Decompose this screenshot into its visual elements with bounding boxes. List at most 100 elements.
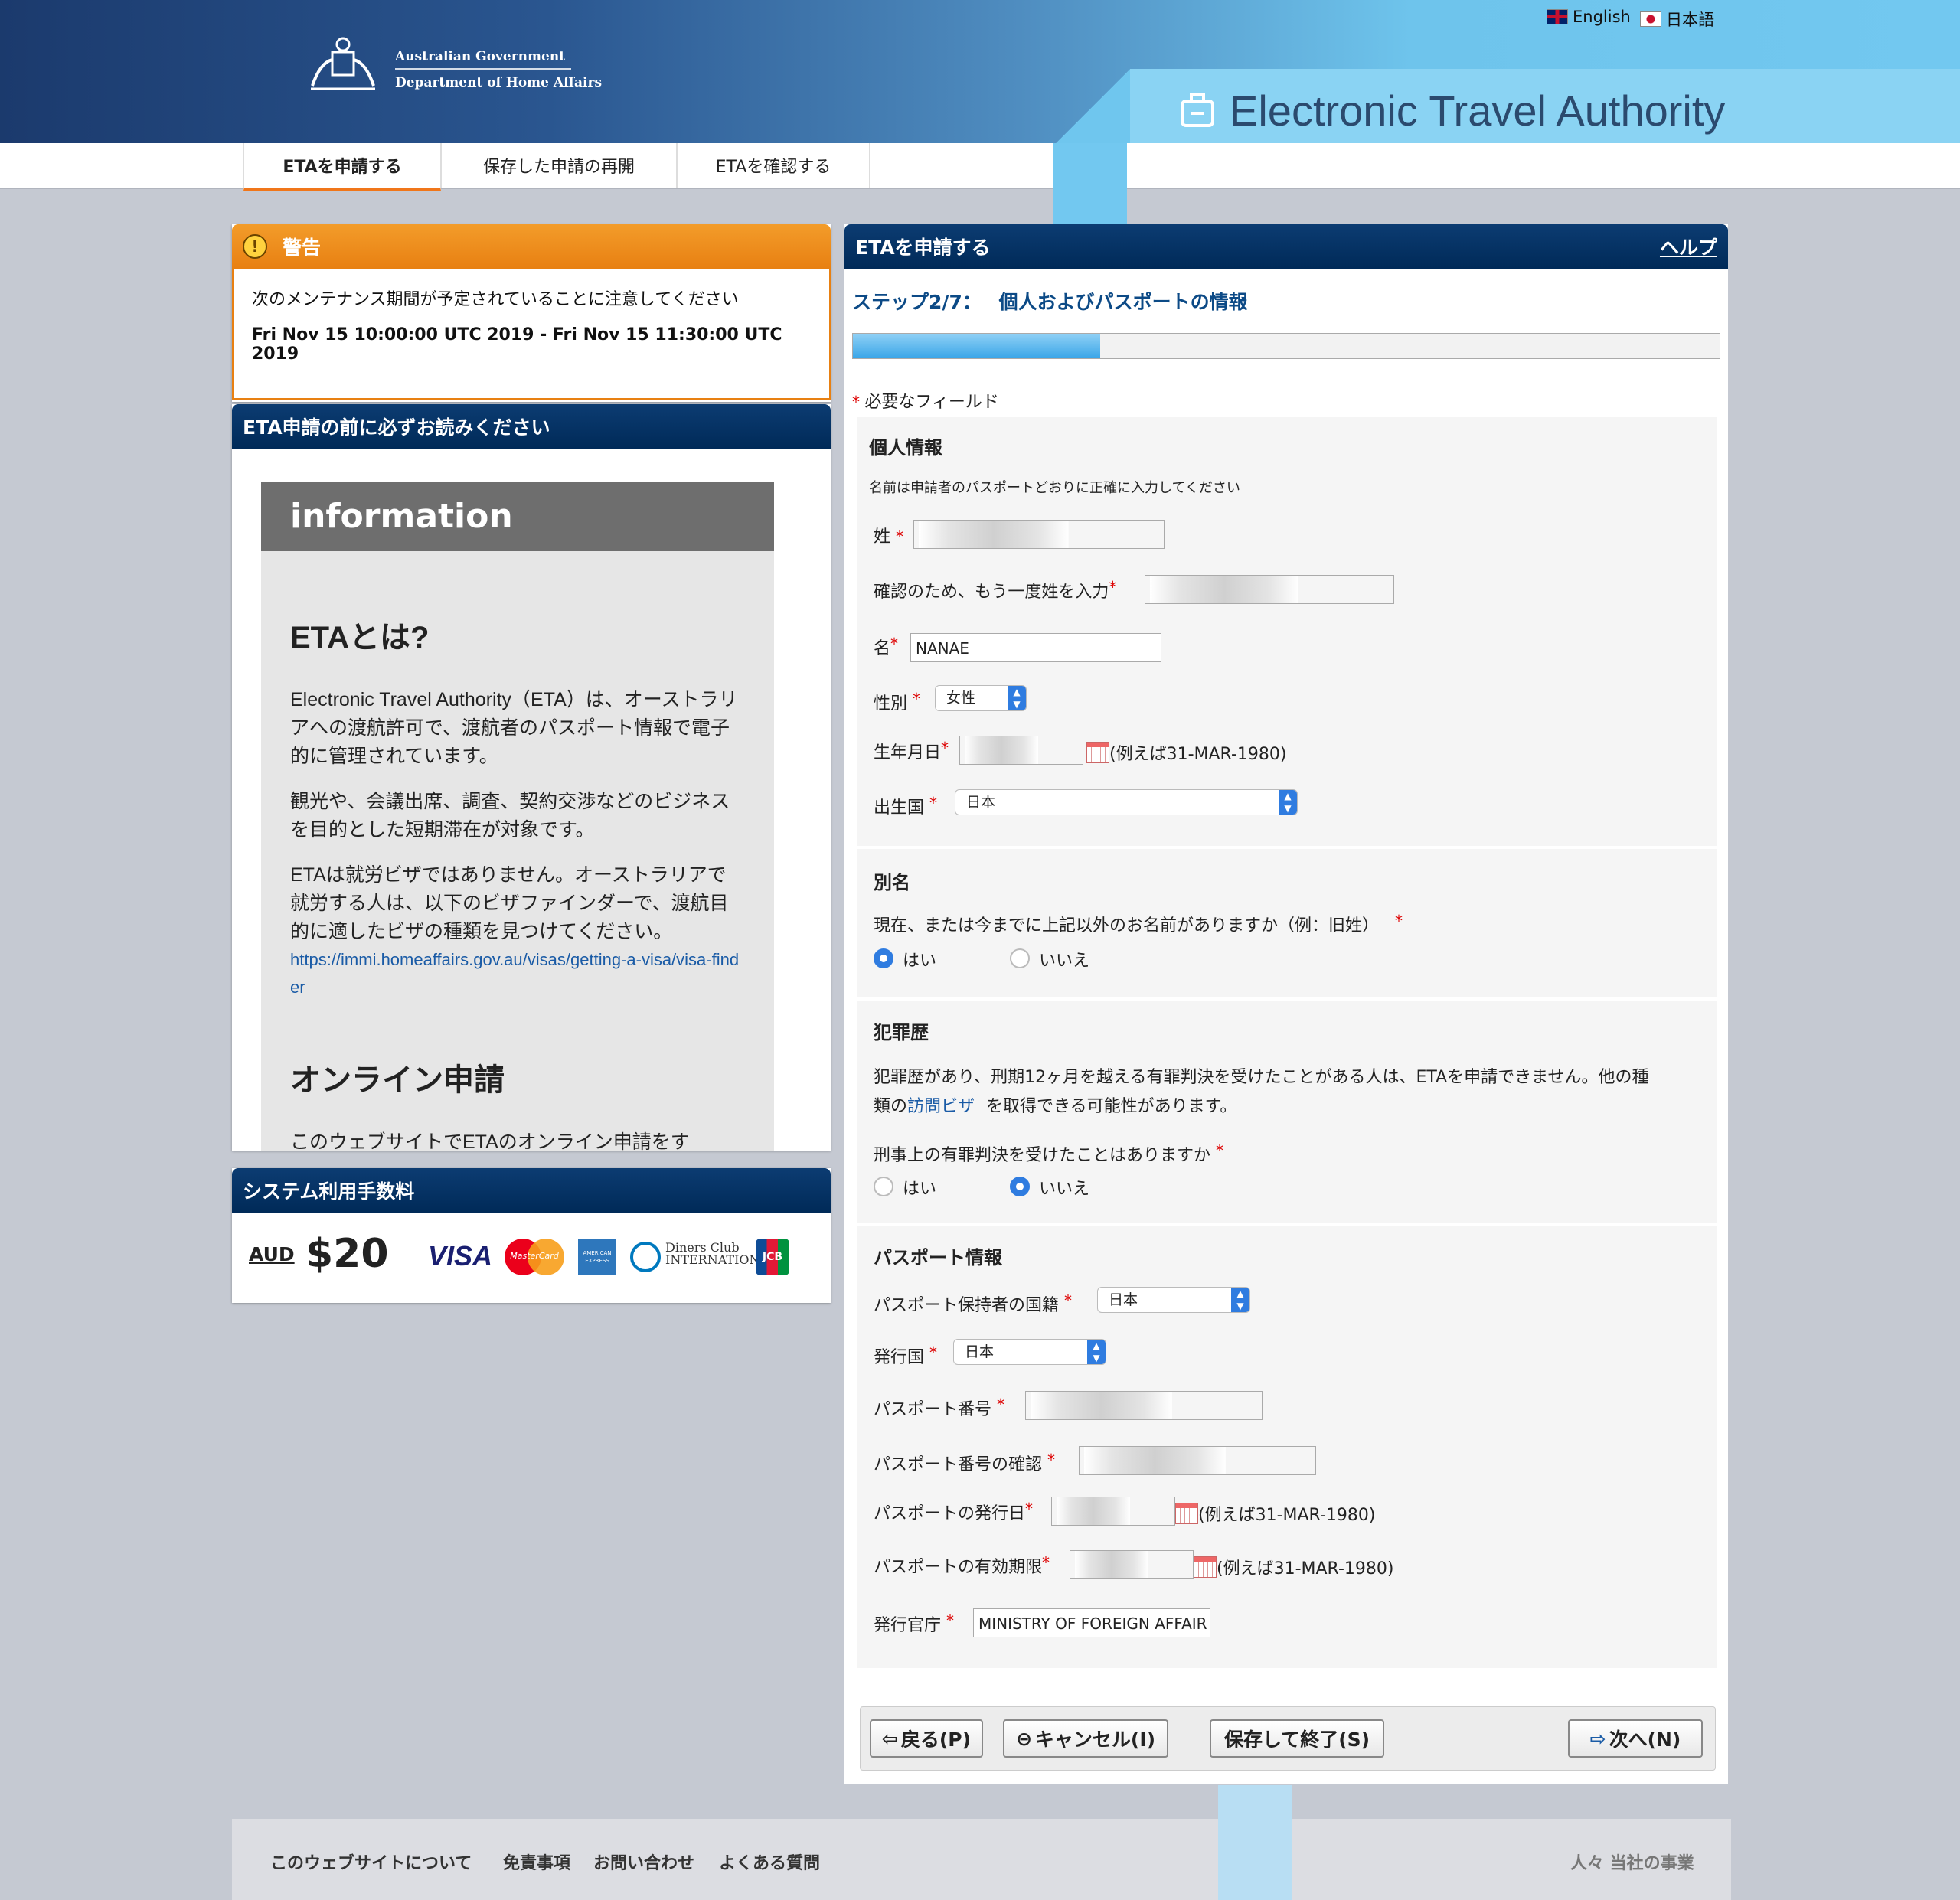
jcb-logo-icon: JCB <box>756 1239 789 1275</box>
fee-panel: システム利用手数料 AUD $20 VISA MasterCard AMERIC… <box>232 1168 831 1303</box>
info-heading-online: オンライン申請 <box>290 1063 505 1097</box>
issue-date-label: パスポートの発行日* <box>874 1500 1034 1523</box>
back-button[interactable]: ⇦ 戻る(P) <box>870 1719 983 1758</box>
step-indicator: ステップ2/7： 個人およびパスポートの情報 <box>852 287 1248 315</box>
amex-logo-icon: AMERICAN EXPRESS <box>578 1239 616 1275</box>
fee-currency: AUD <box>249 1243 295 1265</box>
given-name-input[interactable]: NANAE <box>910 633 1161 662</box>
select-arrow-icon: ▲ ▼ <box>1231 1288 1250 1312</box>
sex-select[interactable]: 女性 ▲ ▼ <box>935 685 1027 711</box>
next-button[interactable]: ⇨ 次へ(N) <box>1568 1719 1703 1758</box>
warning-header: ! 警告 <box>232 224 831 269</box>
japan-flag-icon <box>1640 11 1661 27</box>
passport-number-input[interactable] <box>1025 1391 1263 1420</box>
criminal-question: 刑事上の有罪判決を受けたことはありますか * <box>874 1141 1224 1165</box>
footer-link-contact[interactable]: お問い合わせ <box>593 1849 694 1874</box>
alias-no-radio[interactable] <box>1010 948 1030 968</box>
passport-section: パスポート情報 パスポート保持者の国籍 * 日本 ▲ ▼ 発行国 * 日本 ▲ ▼ … <box>857 1226 1717 1668</box>
nationality-label: パスポート保持者の国籍 * <box>874 1291 1073 1315</box>
visa-logo-icon: VISA <box>428 1240 493 1272</box>
passport-title: パスポート情報 <box>874 1247 1002 1268</box>
info-panel: ETA申請の前に必ずお読みください information ETAとは? Ele… <box>232 404 831 1151</box>
expiry-date-example: (例えば31-MAR-1980) <box>1217 1559 1394 1578</box>
surname-confirm-label: 確認のため、もう一度姓を入力* <box>874 578 1117 602</box>
nav-check-eta[interactable]: ETAを確認する <box>677 143 870 188</box>
birth-country-select[interactable]: 日本 ▲ ▼ <box>955 789 1298 815</box>
info-scroll-area[interactable]: information ETAとは? Electronic Travel Aut… <box>261 482 774 1151</box>
diners-logo-text: Diners Club INTERNATIONAL <box>665 1240 777 1267</box>
progress-fill <box>853 334 1100 358</box>
info-paragraph: Electronic Travel Authority（ETA）は、オーストラリ… <box>290 689 738 767</box>
save-exit-button[interactable]: 保存して終了(S) <box>1210 1719 1384 1758</box>
alias-yes-radio[interactable] <box>874 948 893 968</box>
issuing-country-label: 発行国 * <box>874 1343 938 1367</box>
footer-link-faq[interactable]: よくある質問 <box>719 1849 820 1874</box>
step-number: ステップ2/7： <box>852 291 982 313</box>
surname-confirm-input[interactable] <box>1145 575 1394 604</box>
alias-no-label: いいえ <box>1039 952 1090 971</box>
warning-icon: ! <box>243 234 267 259</box>
info-panel-title: ETA申請の前に必ずお読みください <box>232 404 831 449</box>
expiry-date-input[interactable] <box>1070 1550 1194 1579</box>
progress-bar <box>852 333 1720 359</box>
visa-finder-link[interactable]: https://immi.homeaffairs.gov.au/visas/ge… <box>290 946 745 1001</box>
nav-apply-eta[interactable]: ETAを申請する <box>243 143 441 191</box>
warning-body: 次のメンテナンス期間が予定されていることに注意してください Fri Nov 15… <box>232 269 831 400</box>
warning-panel: ! 警告 次のメンテナンス期間が予定されていることに注意してください Fri N… <box>232 224 831 402</box>
nav-resume-saved[interactable]: 保存した申請の再開 <box>441 143 677 188</box>
lang-english-link[interactable]: English <box>1547 8 1631 26</box>
calendar-icon[interactable] <box>1175 1503 1198 1524</box>
info-banner: information <box>261 482 774 551</box>
footer: このウェブサイトについて 免責事項 お問い合わせ よくある質問 人々 当社の事業 <box>232 1785 1731 1900</box>
criminal-no-label: いいえ <box>1039 1180 1090 1199</box>
cancel-icon: ⊖ <box>1015 1727 1032 1750</box>
criminal-no-radio[interactable] <box>1010 1177 1030 1196</box>
personal-info-section: 個人情報 名前は申請者のパスポートどおりに正確に入力してください 姓 * 確認の… <box>857 417 1717 846</box>
alias-section: 別名 現在、または今までに上記以外のお名前がありますか（例：旧姓） * はい い… <box>857 849 1717 997</box>
alias-question: 現在、または今までに上記以外のお名前がありますか（例：旧姓） * <box>874 912 1403 935</box>
help-link[interactable]: ヘルプ <box>1660 233 1717 260</box>
next-arrow-icon: ⇨ <box>1589 1727 1606 1750</box>
nationality-select[interactable]: 日本 ▲ ▼ <box>1097 1287 1250 1313</box>
calendar-icon[interactable] <box>1086 742 1109 763</box>
mastercard-logo-icon: MasterCard <box>505 1239 564 1275</box>
warning-text: 次のメンテナンス期間が予定されていることに注意してください <box>252 290 739 309</box>
diners-logo-icon <box>630 1242 661 1272</box>
maintenance-period: Fri Nov 15 10:00:00 UTC 2019 - Fri Nov 1… <box>252 325 782 364</box>
authority-input[interactable]: MINISTRY OF FOREIGN AFFAIR <box>973 1608 1210 1637</box>
cancel-button[interactable]: ⊖ キャンセル(I) <box>1003 1719 1168 1758</box>
alias-yes-label: はい <box>903 952 937 971</box>
fee-amount: $20 <box>305 1231 389 1277</box>
passport-number-confirm-input[interactable] <box>1079 1446 1316 1475</box>
fee-panel-title: システム利用手数料 <box>232 1168 831 1213</box>
lang-english-label: English <box>1573 8 1631 26</box>
sex-label: 性別 * <box>874 690 921 713</box>
eta-title: Electronic Travel Authority <box>1230 87 1726 135</box>
form-header: ETAを申請する ヘルプ <box>844 224 1728 269</box>
calendar-icon[interactable] <box>1194 1556 1217 1578</box>
coat-of-arms-icon <box>311 37 375 90</box>
gov-divider <box>395 68 571 70</box>
lang-japanese-link[interactable]: 日本語 <box>1640 8 1714 31</box>
issuing-country-select[interactable]: 日本 ▲ ▼ <box>953 1339 1106 1365</box>
info-paragraph: 観光や、会議出席、調査、契約交渉などのビジネスを目的とした短期滞在が対象です。 <box>290 791 730 841</box>
issue-date-example: (例えば31-MAR-1980) <box>1198 1506 1376 1525</box>
form-title: ETAを申請する <box>855 237 991 259</box>
suitcase-icon <box>1181 93 1214 127</box>
surname-input[interactable] <box>913 520 1165 549</box>
lang-japanese-label: 日本語 <box>1666 11 1714 29</box>
criminal-section: 犯罪歴 犯罪歴があり、刑期12ヶ月を越える有罪判決を受けたことがある人は、ETA… <box>857 1001 1717 1223</box>
visitor-visa-link[interactable]: 訪問ビザ <box>907 1097 975 1116</box>
footer-link-about[interactable]: このウェブサイトについて <box>270 1849 472 1874</box>
footer-right-text[interactable]: 人々 当社の事業 <box>1570 1849 1694 1874</box>
surname-label: 姓 * <box>874 527 904 547</box>
site-header: English 日本語 Australian Government Depart… <box>0 0 1960 143</box>
dob-input[interactable] <box>959 736 1083 765</box>
info-paragraph: ETAは就労ビザではありません。オーストラリアで就労する人は、以下のビザファイン… <box>290 864 729 942</box>
header-fold <box>1055 69 1132 143</box>
back-arrow-icon: ⇦ <box>881 1727 898 1750</box>
issue-date-input[interactable] <box>1051 1497 1175 1526</box>
footer-link-disclaimer[interactable]: 免責事項 <box>503 1849 570 1874</box>
criminal-yes-radio[interactable] <box>874 1177 893 1196</box>
decor-strip <box>1054 143 1127 226</box>
